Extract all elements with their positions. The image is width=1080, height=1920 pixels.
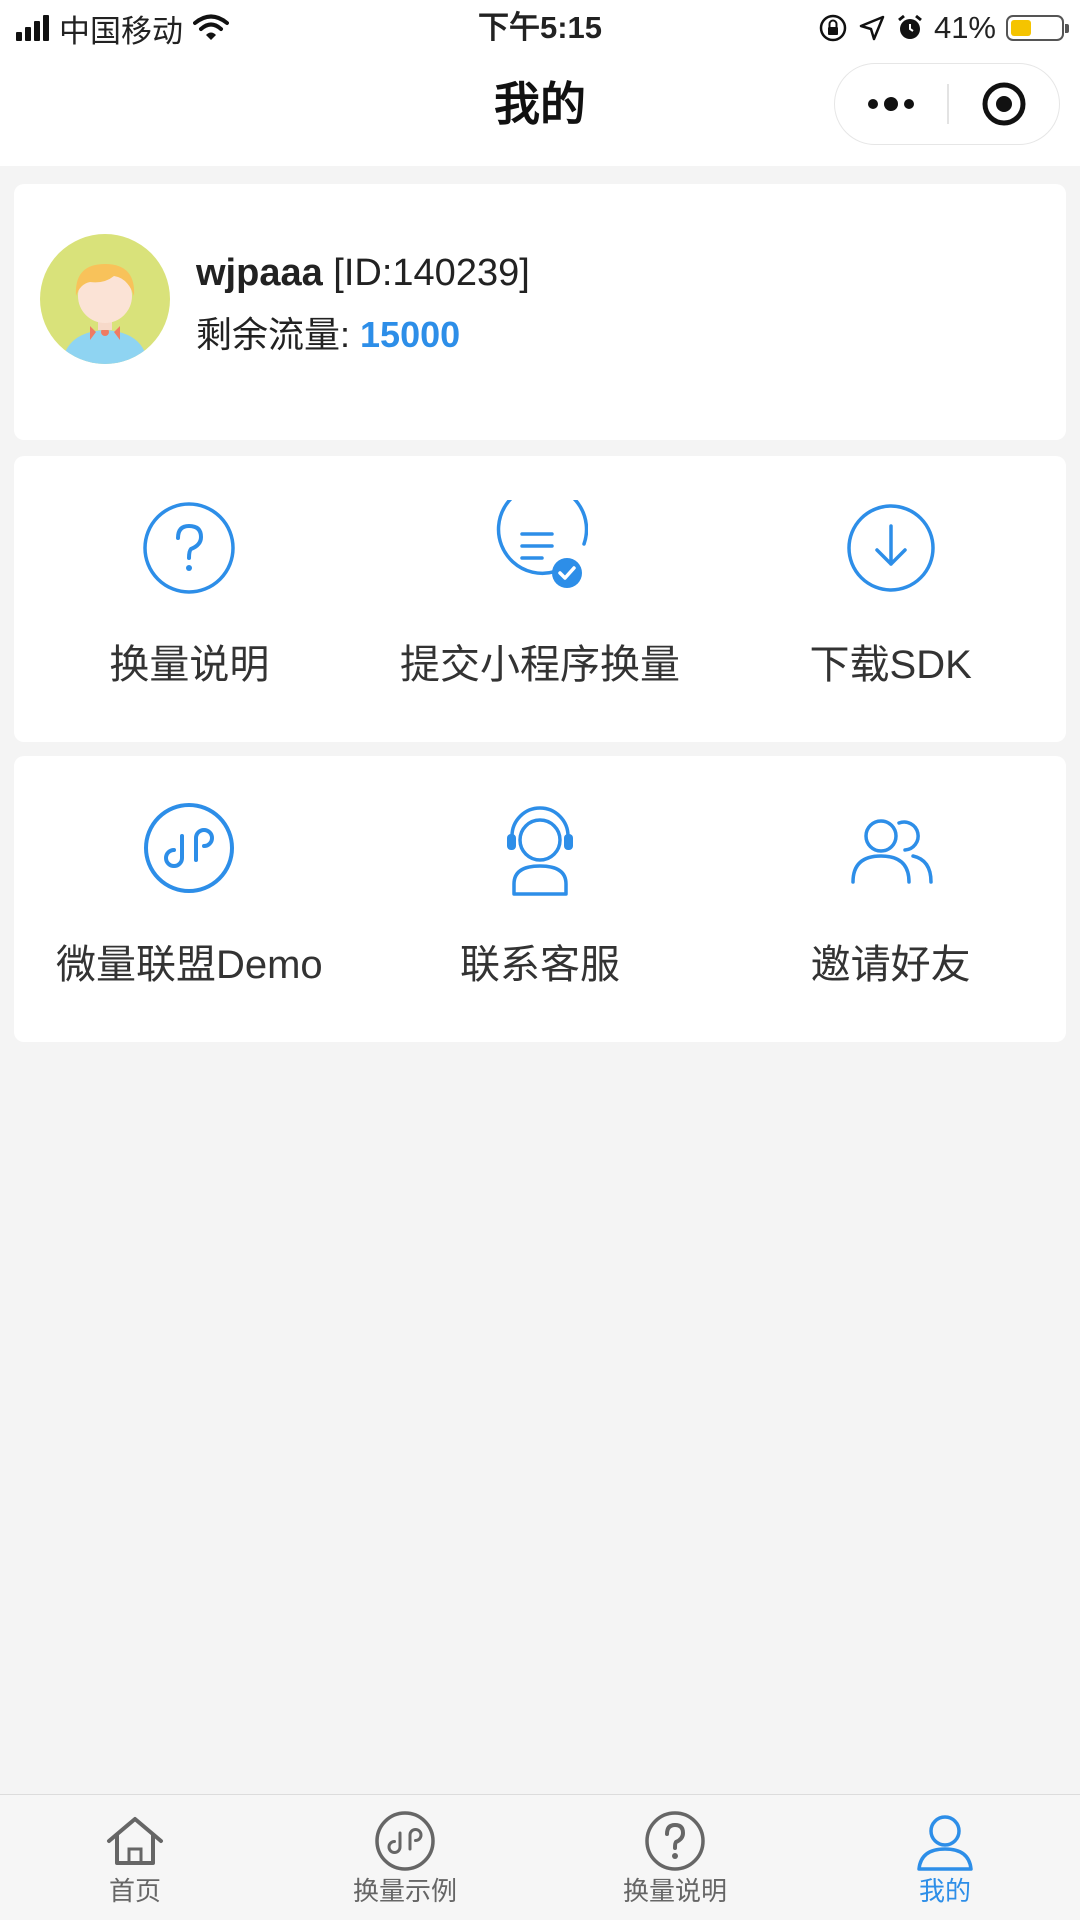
mini-program-icon: [375, 1811, 435, 1871]
user-icon: [917, 1815, 973, 1871]
user-name-line: wjpaaa [ID:140239]: [196, 250, 530, 296]
menu-label: 提交小程序换量: [400, 643, 680, 687]
headset-user-icon: [507, 806, 573, 896]
close-target-icon[interactable]: [949, 64, 1059, 144]
tab-exchange-guide[interactable]: 换量说明: [540, 1795, 810, 1920]
alarm-icon: [898, 14, 922, 39]
tab-label: 换量说明: [622, 1876, 727, 1906]
question-circle-icon: [645, 1811, 705, 1871]
menu-label: 微量联盟Demo: [55, 943, 323, 987]
menu-item-download-sdk[interactable]: 下载SDK: [715, 456, 1066, 742]
menu-label: 邀请好友: [810, 943, 971, 987]
menu-grid-1: 换量说明 提交小程序换量 下载SDK: [14, 456, 1066, 742]
menu-item-submit-miniprogram[interactable]: 提交小程序换量: [365, 456, 716, 742]
rotation-lock-icon: [819, 14, 847, 42]
location-icon: [859, 15, 885, 41]
tab-bar: 首页 换量示例 换量说明 我的: [0, 1794, 1080, 1920]
users-icon: [850, 819, 933, 884]
menu-grid-2: 微量联盟Demo 联系客服 邀请好友: [14, 756, 1066, 1042]
battery-percent: 41%: [933, 10, 996, 45]
user-name: wjpaaa: [196, 252, 323, 294]
status-bar: 中国移动 下午5:15 41%: [0, 0, 1080, 56]
tab-mine[interactable]: 我的: [810, 1795, 1080, 1920]
menu-label: 换量说明: [109, 643, 270, 687]
mini-program-icon: [144, 803, 235, 893]
profile-card: wjpaaa [ID:140239] 剩余流量: 15000: [14, 184, 1066, 440]
user-id: [ID:140239]: [333, 252, 530, 294]
home-icon: [107, 1817, 163, 1865]
remaining-flow: 剩余流量: 15000: [196, 312, 460, 358]
flow-value: 15000: [360, 314, 461, 355]
flow-label: 剩余流量:: [196, 314, 351, 355]
question-circle-icon: [143, 502, 236, 594]
document-check-icon: [496, 500, 588, 588]
menu-item-customer-service[interactable]: 联系客服: [365, 756, 716, 1042]
battery-fill: [1011, 20, 1031, 36]
tab-home[interactable]: 首页: [0, 1795, 270, 1920]
menu-item-exchange-guide[interactable]: 换量说明: [14, 456, 365, 742]
nav-bar: 我的: [0, 56, 1080, 166]
menu-label: 下载SDK: [809, 643, 972, 687]
tab-label: 我的: [918, 1876, 971, 1906]
tab-label: 首页: [108, 1876, 161, 1906]
more-icon[interactable]: [835, 64, 947, 144]
mini-program-capsule: [834, 63, 1060, 145]
download-circle-icon: [846, 504, 935, 592]
status-right: 41%: [818, 8, 1069, 48]
menu-label: 联系客服: [460, 943, 620, 987]
menu-item-invite-friends[interactable]: 邀请好友: [715, 756, 1066, 1042]
battery-icon: [1006, 15, 1069, 41]
tab-label: 换量示例: [352, 1876, 457, 1906]
avatar[interactable]: [40, 234, 170, 364]
tab-exchange-examples[interactable]: 换量示例: [270, 1795, 540, 1920]
menu-item-demo[interactable]: 微量联盟Demo: [14, 756, 365, 1042]
